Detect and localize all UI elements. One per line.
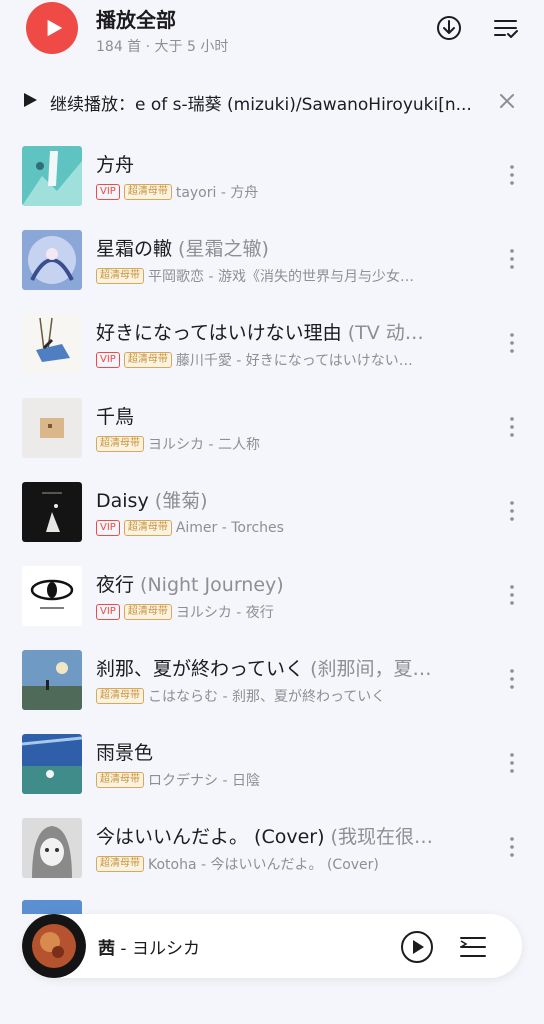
now-playing-artist: ヨルシカ [131,939,200,959]
song-artist-album: Aimer - Torches [175,520,284,536]
song-row[interactable]: 雨景色 超清母带 ロクデナシ - 日陰 [0,728,544,812]
hq-badge: 超清母带 [123,520,172,536]
song-title: 夜行 [96,574,135,596]
song-artist-album: Kotoha - 今はいいんだよ。 (Cover) [148,857,379,873]
play-all-button[interactable] [26,2,78,54]
song-title: 好きになってはいけない理由 [96,322,342,344]
song-artist-album: ロクデナシ - 日陰 [148,773,260,789]
song-alias: (雏菊) [148,490,208,512]
play-icon [47,19,63,37]
album-cover [22,314,82,374]
song-row[interactable]: 方舟 VIP 超清母带 tayori - 方舟 [0,140,544,224]
song-artist-album: 藤川千愛 - 好きになってはいけない… [175,353,413,369]
resume-text: 继续播放：e of s-瑞葵 (mizuki)/SawanoHiroyuki[n… [50,95,472,115]
song-title: 方舟 [96,154,135,176]
download-icon[interactable] [433,12,465,44]
sort-list-icon[interactable] [490,12,522,44]
song-row[interactable]: 千鳥 超清母带 ヨルシカ - 二人称 [0,392,544,476]
song-artist-album: ヨルシカ - 夜行 [175,605,274,621]
song-alias: (刹那间，夏… [304,658,432,680]
song-row[interactable]: 星霜の轍 (星霜之辙) 超清母带 平岡歌恋 - 游戏《消失的世界与月与少女… [0,224,544,308]
hq-badge: 超清母带 [123,184,172,200]
now-playing-separator: - [115,939,132,959]
song-title: 今はいいんだよ。 (Cover) [96,826,325,848]
partially-hidden-song-row [0,900,544,914]
hq-badge: 超清母带 [96,688,144,704]
album-cover [22,230,82,290]
more-options-icon[interactable] [502,414,522,440]
more-options-icon[interactable] [502,834,522,860]
playlist-queue-icon[interactable] [458,932,488,962]
close-icon[interactable] [496,90,518,112]
hq-badge: 超清母带 [96,772,144,788]
album-cover [22,650,82,710]
hq-badge: 超清母带 [96,436,144,452]
play-pause-icon[interactable] [400,930,434,964]
song-title: 刹那、夏が終わっていく [96,658,305,680]
hq-badge: 超清母带 [123,352,172,368]
more-options-icon[interactable] [502,246,522,272]
song-artist-album: tayori - 方舟 [175,185,259,201]
vip-badge: VIP [96,184,120,200]
vip-badge: VIP [96,520,120,536]
album-cover [22,900,82,914]
hq-badge: 超清母带 [96,856,144,872]
song-artist-album: こはならむ - 刹那、夏が終わっていく [148,689,386,705]
album-cover [22,734,82,794]
song-alias: (TV 动… [341,322,424,344]
album-cover [22,398,82,458]
song-row[interactable]: 夜行 (Night Journey) VIP 超清母带 ヨルシカ - 夜行 [0,560,544,644]
more-options-icon[interactable] [502,162,522,188]
more-options-icon[interactable] [502,666,522,692]
song-alias: (我现在很… [324,826,433,848]
song-title: 雨景色 [96,742,154,764]
resume-playback-bar[interactable]: 继续播放：e of s-瑞葵 (mizuki)/SawanoHiroyuki[n… [0,80,544,120]
more-options-icon[interactable] [502,330,522,356]
album-cover [22,482,82,542]
song-alias: (星霜之辙) [172,238,269,260]
playlist-summary: 184 首 · 大于 5 小时 [96,39,229,55]
vip-badge: VIP [96,604,120,620]
song-alias: (Night Journey) [134,574,284,596]
more-options-icon[interactable] [502,750,522,776]
album-cover [22,566,82,626]
song-row[interactable]: Daisy (雏菊) VIP 超清母带 Aimer - Torches [0,476,544,560]
more-options-icon[interactable] [502,498,522,524]
song-artist-album: ヨルシカ - 二人称 [148,437,260,453]
playlist-header: 播放全部 184 首 · 大于 5 小时 [0,0,544,70]
song-artist-album: 平岡歌恋 - 游戏《消失的世界与月与少女… [148,269,414,285]
hq-badge: 超清母带 [123,604,172,620]
song-row[interactable]: 今はいいんだよ。 (Cover) (我现在很… 超清母带 Kotoha - 今は… [0,812,544,896]
song-title: Daisy [96,490,149,512]
song-title: 星霜の轍 [96,238,173,260]
hq-badge: 超清母带 [96,268,144,284]
song-row[interactable]: 刹那、夏が終わっていく (刹那间，夏… 超清母带 こはならむ - 刹那、夏が終わ… [0,644,544,728]
resume-play-icon [24,93,37,107]
album-cover [22,146,82,206]
now-playing-title: 茜 [98,939,115,959]
vip-badge: VIP [96,352,120,368]
song-row[interactable]: 好きになってはいけない理由 (TV 动… VIP 超清母带 藤川千愛 - 好きに… [0,308,544,392]
play-all-label[interactable]: 播放全部 [96,4,176,33]
album-cover [22,818,82,878]
now-playing-disc[interactable] [22,914,86,978]
song-list: 方舟 VIP 超清母带 tayori - 方舟 星霜の轍 (星霜之辙) 超清母带… [0,140,544,896]
more-options-icon[interactable] [502,582,522,608]
song-title: 千鳥 [96,406,135,428]
